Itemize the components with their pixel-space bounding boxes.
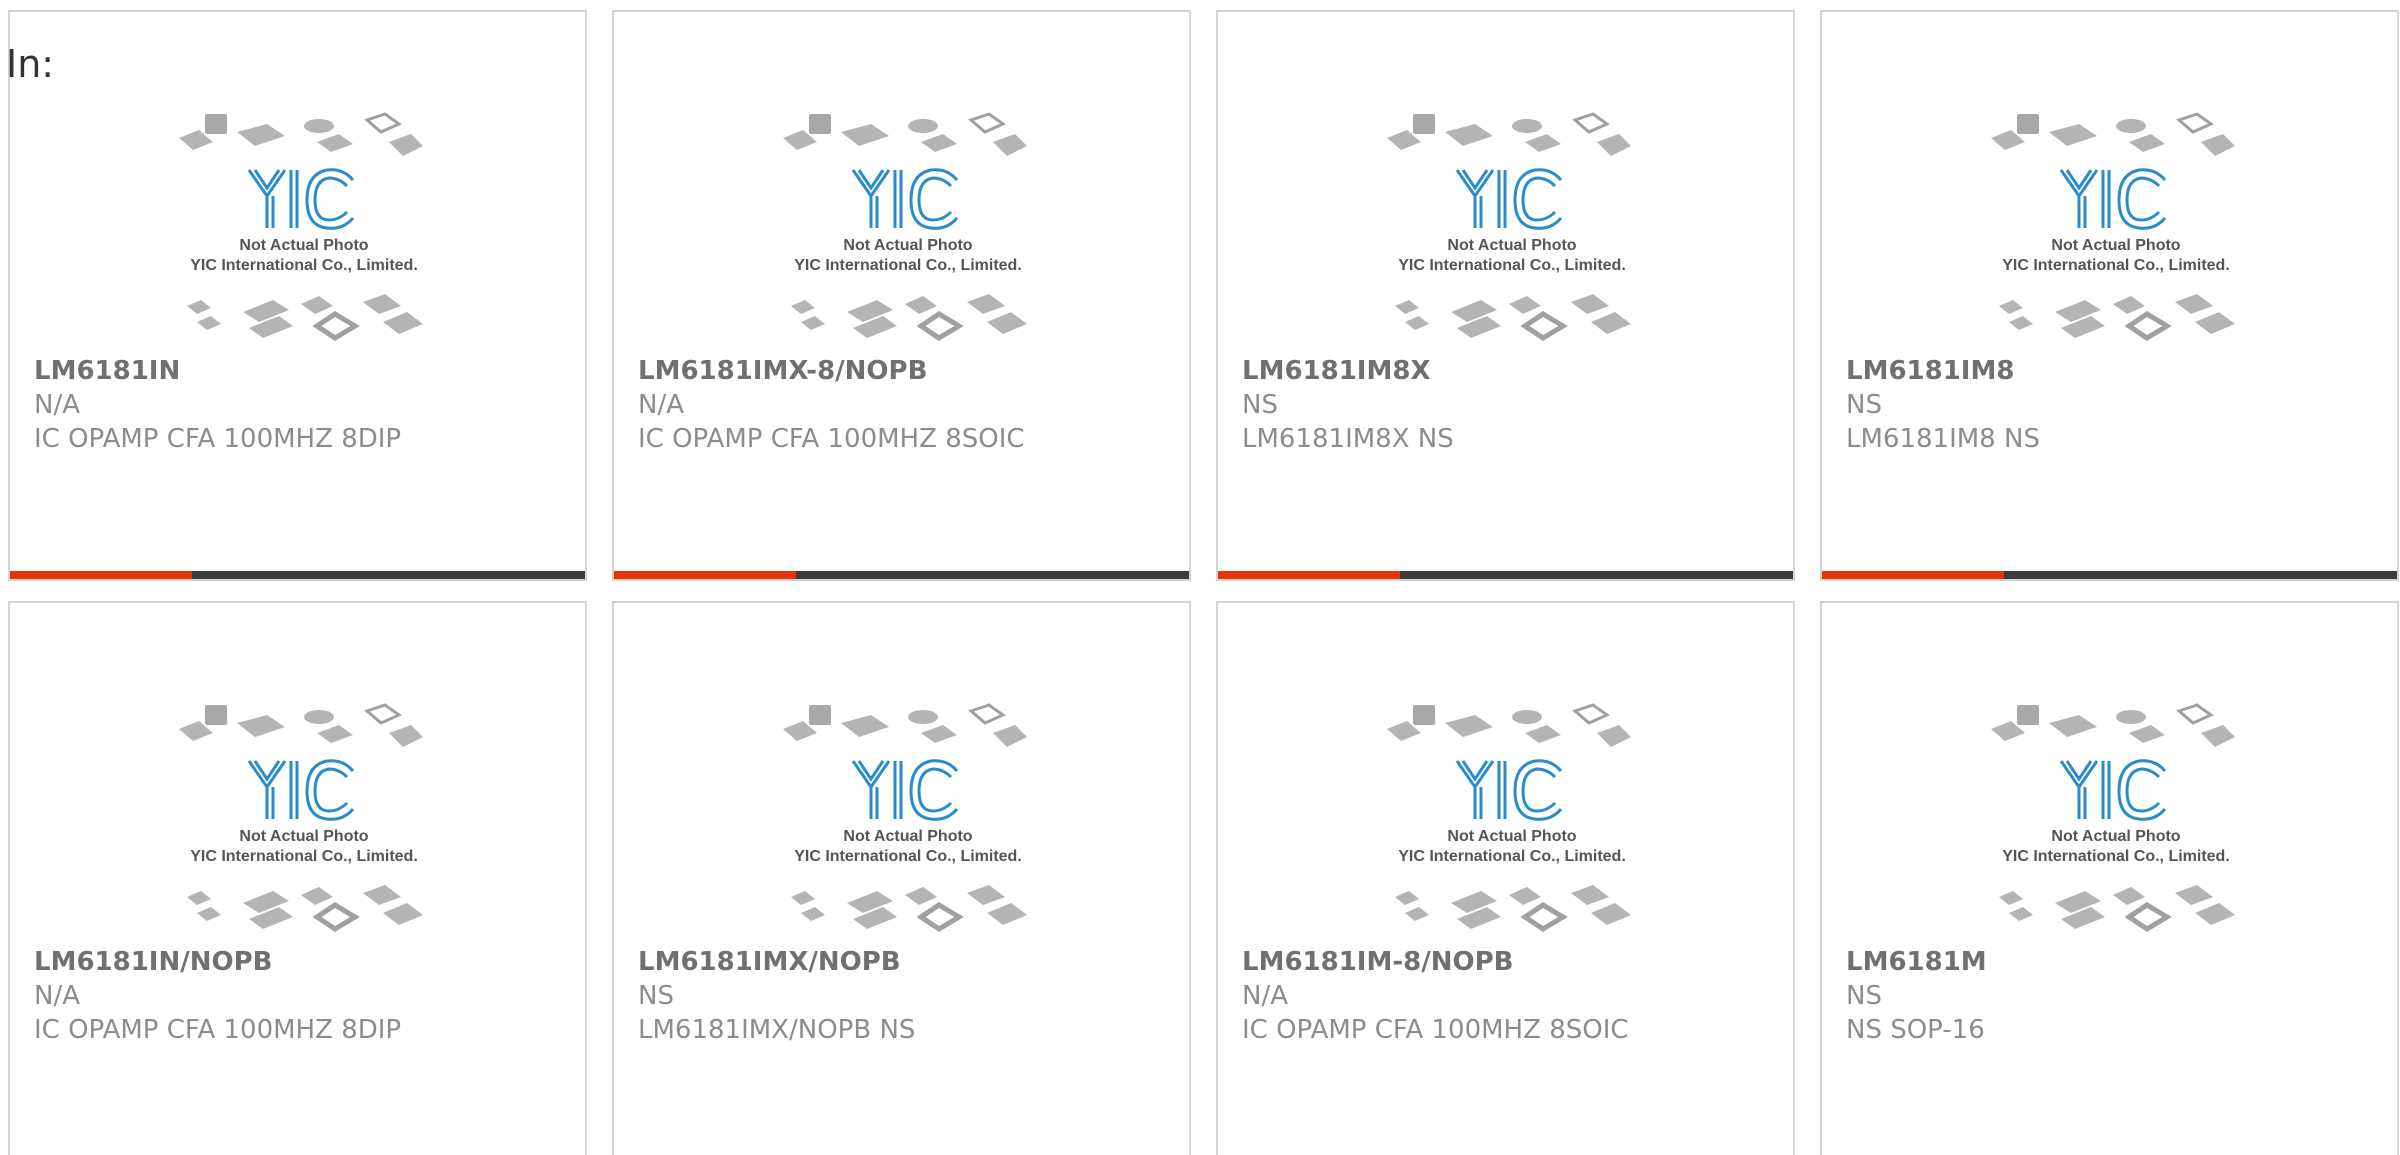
chip-icons-top [1387,112,1631,156]
chip-icons-bottom [187,294,423,341]
description: IC OPAMP CFA 100MHZ 8DIP [34,424,402,454]
placeholder-line1: Not Actual Photo [239,828,368,845]
placeholder-line2: YIC International Co., Limited. [794,257,1022,274]
manufacturer: NS [638,981,674,1011]
product-card[interactable]: Not Actual Photo YIC International Co., … [1820,10,2399,581]
description: NS SOP-16 [1846,1015,1985,1045]
chip-icons-bottom [1999,294,2235,341]
chip-icons-top [1991,703,2235,747]
placeholder-line1: Not Actual Photo [843,828,972,845]
manufacturer: N/A [34,981,80,1011]
product-card[interactable]: Not Actual Photo YIC International Co., … [1216,10,1795,581]
yic-logo-icon [851,168,959,230]
search-prefix-label: In: [6,42,55,86]
product-info: LM6181IMX-8/NOPB N/A IC OPAMP CFA 100MHZ… [638,354,1177,456]
placeholder-line1: Not Actual Photo [1447,237,1576,254]
chip-icons-top [783,703,1027,747]
yic-logo-icon [851,759,959,821]
description: LM6181IM8X NS [1242,424,1454,454]
product-card[interactable]: Not Actual Photo YIC International Co., … [8,10,587,581]
accent-segment [10,571,192,579]
description: IC OPAMP CFA 100MHZ 8SOIC [638,424,1025,454]
yic-logo-icon [2059,759,2167,821]
product-info: LM6181IM-8/NOPB N/A IC OPAMP CFA 100MHZ … [1242,945,1781,1047]
product-card[interactable]: Not Actual Photo YIC International Co., … [8,601,587,1155]
placeholder-line1: Not Actual Photo [843,237,972,254]
manufacturer: N/A [34,390,80,420]
card-accent-bar [614,571,1189,579]
product-card[interactable]: Not Actual Photo YIC International Co., … [612,601,1191,1155]
placeholder-line2: YIC International Co., Limited. [1398,257,1626,274]
part-number[interactable]: LM6181IM8X [1242,354,1781,388]
placeholder-photo: Not Actual Photo YIC International Co., … [1991,112,2235,341]
yic-logo-icon [1455,759,1563,821]
placeholder-line2: YIC International Co., Limited. [2002,848,2230,865]
chip-icons-top [179,703,423,747]
part-number[interactable]: LM6181IN/NOPB [34,945,573,979]
manufacturer: NS [1846,981,1882,1011]
product-info: LM6181IN/NOPB N/A IC OPAMP CFA 100MHZ 8D… [34,945,573,1047]
placeholder-line2: YIC International Co., Limited. [1398,848,1626,865]
part-number[interactable]: LM6181IN [34,354,573,388]
description: LM6181IMX/NOPB NS [638,1015,916,1045]
chip-icons-bottom [1395,294,1631,341]
placeholder-line2: YIC International Co., Limited. [190,848,418,865]
part-number[interactable]: LM6181IMX-8/NOPB [638,354,1177,388]
manufacturer: NS [1242,390,1278,420]
product-card[interactable]: Not Actual Photo YIC International Co., … [1216,601,1795,1155]
chip-icons-bottom [187,885,423,932]
product-info: LM6181M NS NS SOP-16 [1846,945,2385,1047]
chip-icons-top [1991,112,2235,156]
placeholder-line2: YIC International Co., Limited. [794,848,1022,865]
description: IC OPAMP CFA 100MHZ 8SOIC [1242,1015,1629,1045]
placeholder-line1: Not Actual Photo [2051,237,2180,254]
description: IC OPAMP CFA 100MHZ 8DIP [34,1015,402,1045]
part-number[interactable]: LM6181M [1846,945,2385,979]
chip-icons-bottom [791,885,1027,932]
placeholder-line1: Not Actual Photo [239,237,368,254]
chip-icons-bottom [791,294,1027,341]
placeholder-photo: Not Actual Photo YIC International Co., … [1991,703,2235,932]
placeholder-line2: YIC International Co., Limited. [190,257,418,274]
placeholder-photo: Not Actual Photo YIC International Co., … [783,112,1027,341]
part-number[interactable]: LM6181IM-8/NOPB [1242,945,1781,979]
card-accent-bar [1822,571,2397,579]
part-number[interactable]: LM6181IM8 [1846,354,2385,388]
product-card[interactable]: Not Actual Photo YIC International Co., … [612,10,1191,581]
yic-logo-icon [1455,168,1563,230]
accent-segment [1218,571,1400,579]
product-info: LM6181IMX/NOPB NS LM6181IMX/NOPB NS [638,945,1177,1047]
placeholder-line1: Not Actual Photo [1447,828,1576,845]
yic-logo-icon [247,759,355,821]
yic-logo-icon [2059,168,2167,230]
chip-icons-top [783,112,1027,156]
description: LM6181IM8 NS [1846,424,2040,454]
chip-icons-top [1387,703,1631,747]
card-accent-bar [10,571,585,579]
placeholder-photo: Not Actual Photo YIC International Co., … [783,703,1027,932]
placeholder-photo: Not Actual Photo YIC International Co., … [179,703,423,932]
product-grid-page: In: Not Actual Photo YIC International C… [0,0,2400,1155]
card-accent-bar [1218,571,1793,579]
product-info: LM6181IN N/A IC OPAMP CFA 100MHZ 8DIP [34,354,573,456]
chip-icons-top [179,112,423,156]
yic-logo-icon [247,168,355,230]
product-card[interactable]: Not Actual Photo YIC International Co., … [1820,601,2399,1155]
product-info: LM6181IM8X NS LM6181IM8X NS [1242,354,1781,456]
product-grid: Not Actual Photo YIC International Co., … [8,10,2399,1155]
placeholder-photo: Not Actual Photo YIC International Co., … [179,112,423,341]
manufacturer: NS [1846,390,1882,420]
accent-segment [614,571,796,579]
part-number[interactable]: LM6181IMX/NOPB [638,945,1177,979]
placeholder-photo: Not Actual Photo YIC International Co., … [1387,112,1631,341]
manufacturer: N/A [1242,981,1288,1011]
product-info: LM6181IM8 NS LM6181IM8 NS [1846,354,2385,456]
chip-icons-bottom [1999,885,2235,932]
placeholder-line1: Not Actual Photo [2051,828,2180,845]
manufacturer: N/A [638,390,684,420]
accent-segment [1822,571,2004,579]
placeholder-line2: YIC International Co., Limited. [2002,257,2230,274]
placeholder-photo: Not Actual Photo YIC International Co., … [1387,703,1631,932]
chip-icons-bottom [1395,885,1631,932]
